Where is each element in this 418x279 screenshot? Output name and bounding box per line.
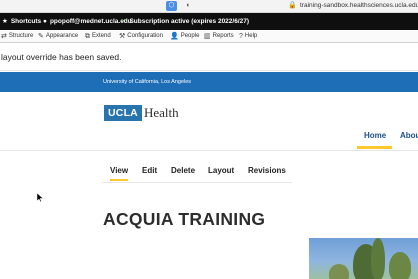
user-icon: ● [43,18,47,25]
user-button[interactable]: ● ppopoff@mednet.ucla.edu [43,13,132,30]
tray-item-help[interactable]: ? Help [239,30,257,43]
tab-delete[interactable]: Delete [171,166,195,175]
people-icon: 👤 [170,33,179,40]
admin-toolbar: ★ Shortcuts ● ppopoff@mednet.ucla.edu ✓ … [0,13,418,30]
tray-item-label: People [180,33,200,39]
browser-extension-icon[interactable]: ⬡ [166,1,177,11]
hero-image [309,238,418,279]
address-bar[interactable]: training-sandbox.healthsciences.ucla.edu [300,1,418,11]
tray-item-extend[interactable]: ⧉ Extend [85,30,111,43]
shield-icon[interactable]: ◐ [183,1,194,11]
check-icon: ✓ [121,18,127,25]
tray-item-label: Appearance [45,33,79,39]
tray-item-configuration[interactable]: ⚒ Configuration [119,30,163,43]
extend-icon: ⧉ [85,33,90,40]
subscription-label: Subscription active (expires 2022/6/27) [129,18,250,25]
tabs-divider [102,182,292,183]
lock-icon: 🔒 [288,2,297,9]
page-title: ACQUIA TRAINING [103,209,266,229]
ucla-health-logo[interactable]: UCLA Health [104,104,179,121]
shortcuts-button[interactable]: ★ Shortcuts [2,13,41,30]
nav-divider [0,150,418,151]
tray-item-appearance[interactable]: ✎ Appearance [38,30,78,43]
subscription-status[interactable]: ✓ Subscription active (expires 2022/6/27… [121,13,249,30]
tab-view[interactable]: View [110,166,129,181]
appearance-icon: ✎ [38,33,44,40]
tray-item-label: Configuration [127,33,163,39]
browser-toolbar: ⬡ ◐ 🔒 training-sandbox.healthsciences.uc… [0,0,418,13]
shortcuts-label: Shortcuts [10,18,42,25]
star-icon: ★ [2,18,8,25]
logo-ucla-text: UCLA [104,104,142,121]
nav-item-home[interactable]: Home [357,130,392,149]
nav-item-about[interactable]: Abou [400,131,418,140]
tray-item-label: Extend [92,33,111,39]
logo-health-text: Health [143,104,179,120]
tray-item-structure[interactable]: ⇄ Structure [1,30,33,43]
mouse-cursor-icon [37,193,43,202]
tab-edit[interactable]: Edit [142,166,157,175]
structure-icon: ⇄ [1,33,7,40]
help-icon: ? [239,33,243,40]
admin-tray: ⇄ Structure ✎ Appearance ⧉ Extend ⚒ Conf… [0,30,418,43]
status-message: layout override has been saved. [0,43,418,71]
tray-item-label: Structure [8,33,34,39]
tray-item-reports[interactable]: ▥ Reports [204,30,234,43]
tab-layout[interactable]: Layout [208,166,234,175]
configuration-icon: ⚒ [119,33,126,40]
university-link[interactable]: University of California, Los Angeles [0,72,418,92]
tab-revisions[interactable]: Revisions [248,166,286,175]
tray-item-label: Help [244,33,258,39]
tray-item-people[interactable]: 👤 People [170,30,199,43]
tray-item-label: Reports [212,33,234,39]
reports-icon: ▥ [204,33,211,40]
user-label: ppopoff@mednet.ucla.edu [49,18,132,25]
